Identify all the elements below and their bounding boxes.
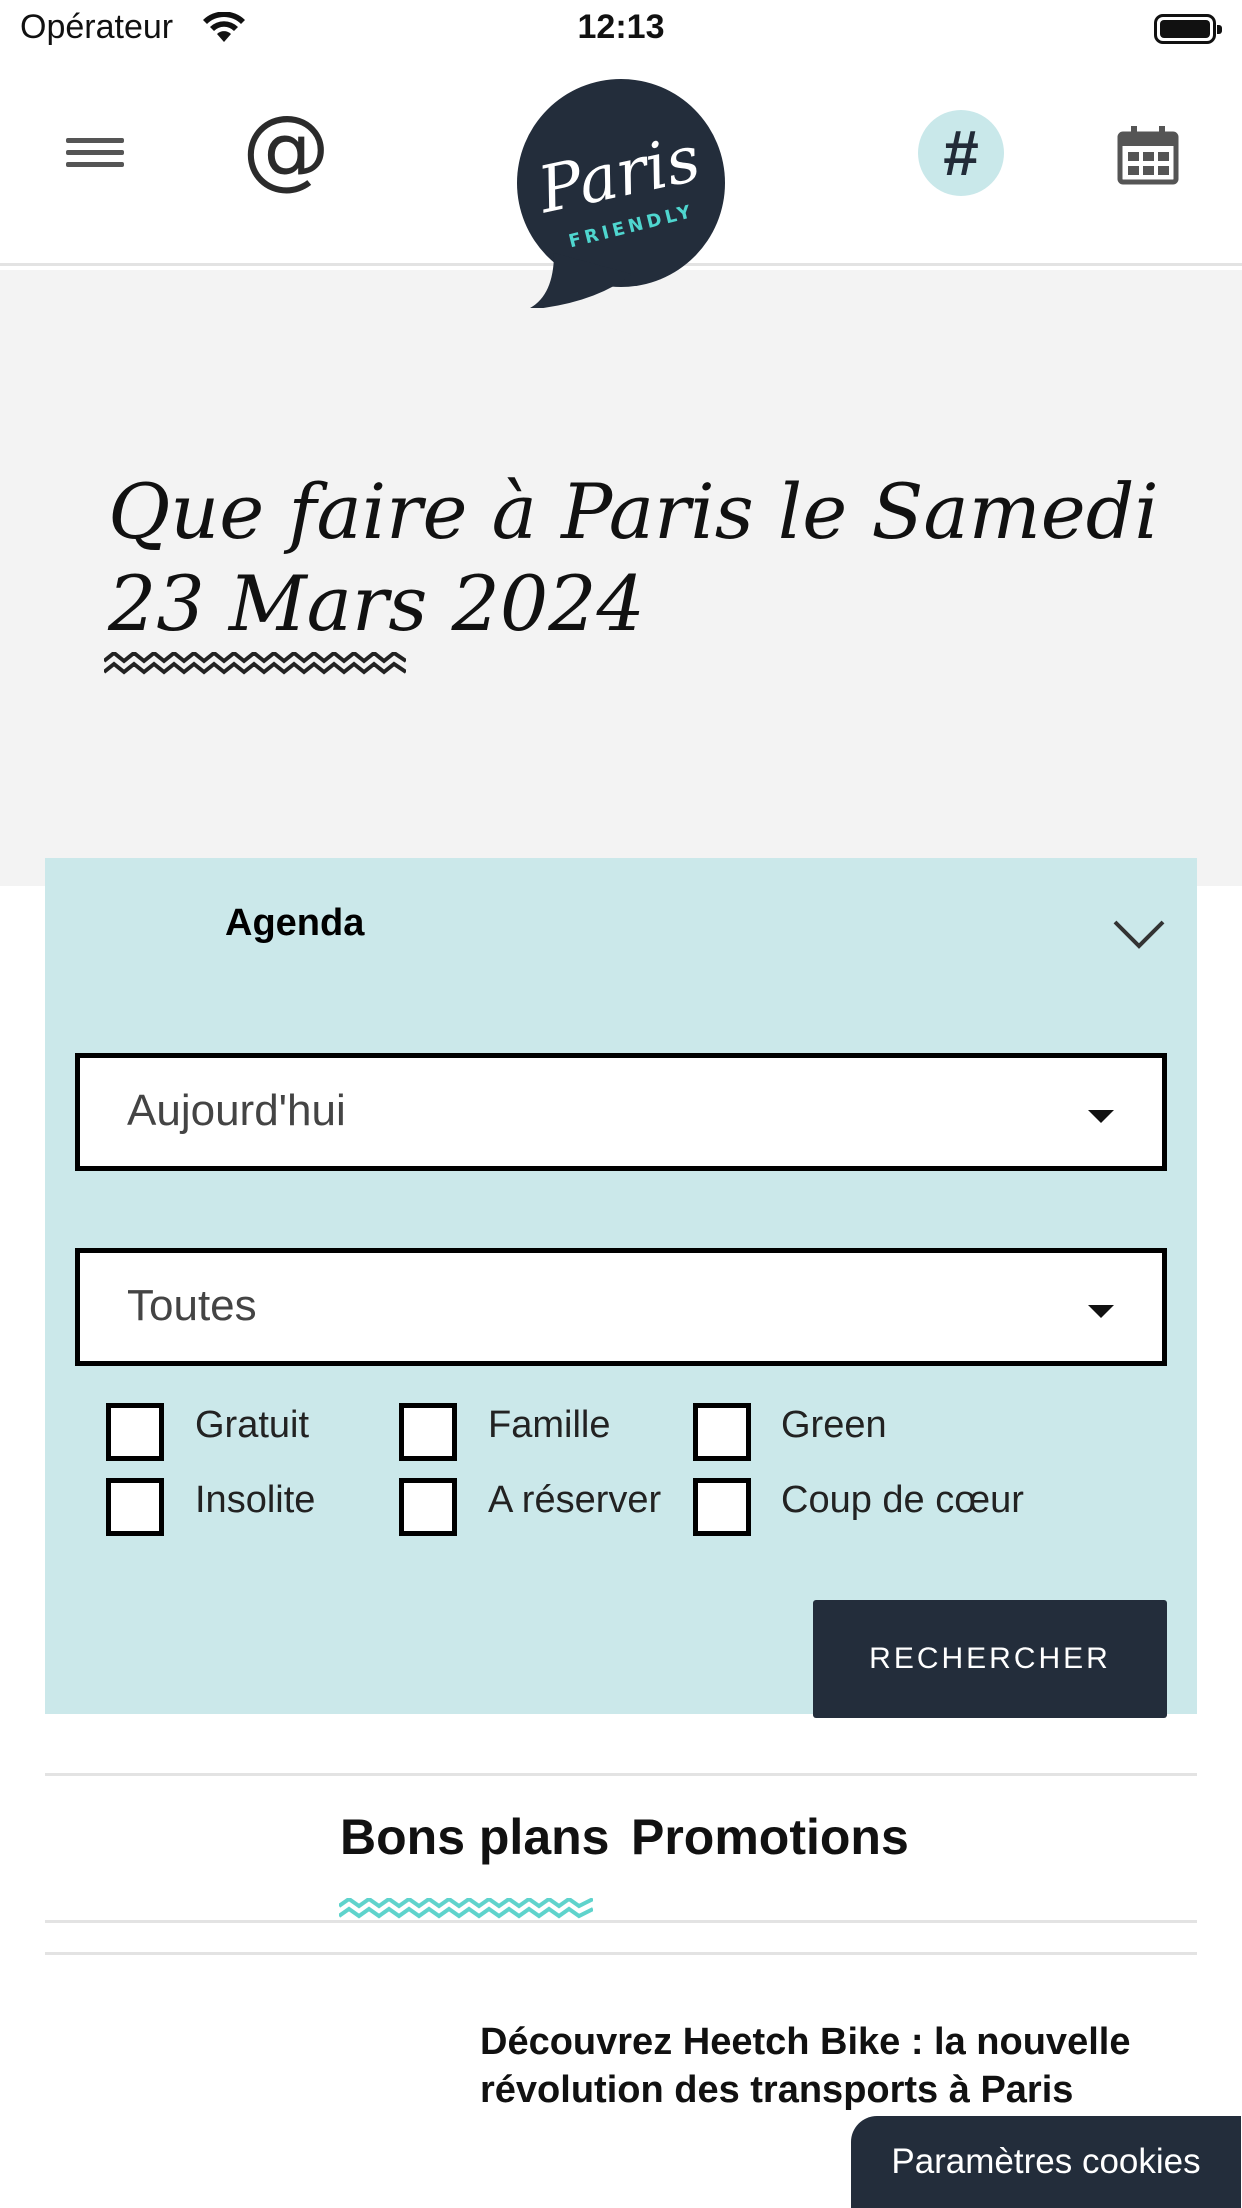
- category-select-value: Toutes: [127, 1281, 257, 1330]
- article-title[interactable]: Découvrez Heetch Bike : la nouvelle révo…: [480, 2018, 1160, 2114]
- caret-down-icon: [1088, 1110, 1114, 1123]
- clock: 12:13: [577, 8, 665, 46]
- date-select[interactable]: Aujourd'hui: [75, 1053, 1167, 1171]
- tab-bons-plans[interactable]: Bons plans: [340, 1808, 609, 1866]
- filter-label-coup-de-coeur: Coup de cœur: [781, 1479, 1024, 1521]
- date-select-value: Aujourd'hui: [127, 1086, 346, 1135]
- page-title-line2: 23 Mars 2024: [108, 559, 645, 648]
- filter-label-a-reserver: A réserver: [488, 1479, 662, 1521]
- divider: [45, 1920, 1197, 1923]
- category-select[interactable]: Toutes: [75, 1248, 1167, 1366]
- checkbox-a-reserver[interactable]: [399, 1478, 457, 1536]
- caret-down-icon: [1088, 1305, 1114, 1318]
- filter-label-green: Green: [781, 1404, 887, 1446]
- hashtag-icon: #: [943, 117, 979, 189]
- battery-icon: [1154, 14, 1222, 44]
- status-bar: Opérateur 12:13: [0, 0, 1242, 62]
- calendar-icon[interactable]: [1116, 124, 1180, 186]
- page-title-line1: Que faire à Paris le Samedi: [108, 467, 1159, 556]
- search-button[interactable]: RECHERCHER: [813, 1600, 1167, 1718]
- checkbox-famille[interactable]: [399, 1403, 457, 1461]
- agenda-title[interactable]: Agenda: [225, 902, 364, 945]
- page-title: Que faire à Paris le Samedi 23 Mars 2024: [108, 466, 1208, 650]
- divider: [45, 1773, 1197, 1776]
- title-underline-zigzag: [104, 652, 406, 675]
- active-tab-indicator: [339, 1898, 593, 1919]
- chevron-down-icon[interactable]: [1112, 918, 1166, 952]
- divider: [45, 1952, 1197, 1955]
- hashtag-button[interactable]: #: [918, 110, 1004, 196]
- checkbox-coup-de-coeur[interactable]: [693, 1478, 751, 1536]
- cookie-settings-button[interactable]: Paramètres cookies: [851, 2116, 1241, 2208]
- hamburger-icon[interactable]: [66, 138, 126, 178]
- filter-label-famille: Famille: [488, 1404, 611, 1446]
- paris-friendly-logo[interactable]: Paris FRIENDLY: [514, 78, 728, 308]
- at-icon[interactable]: @: [242, 104, 330, 192]
- filter-label-insolite: Insolite: [195, 1479, 316, 1521]
- checkbox-insolite[interactable]: [106, 1478, 164, 1536]
- checkbox-gratuit[interactable]: [106, 1403, 164, 1461]
- filter-label-gratuit: Gratuit: [195, 1404, 310, 1446]
- checkbox-green[interactable]: [693, 1403, 751, 1461]
- tab-promotions[interactable]: Promotions: [631, 1808, 909, 1866]
